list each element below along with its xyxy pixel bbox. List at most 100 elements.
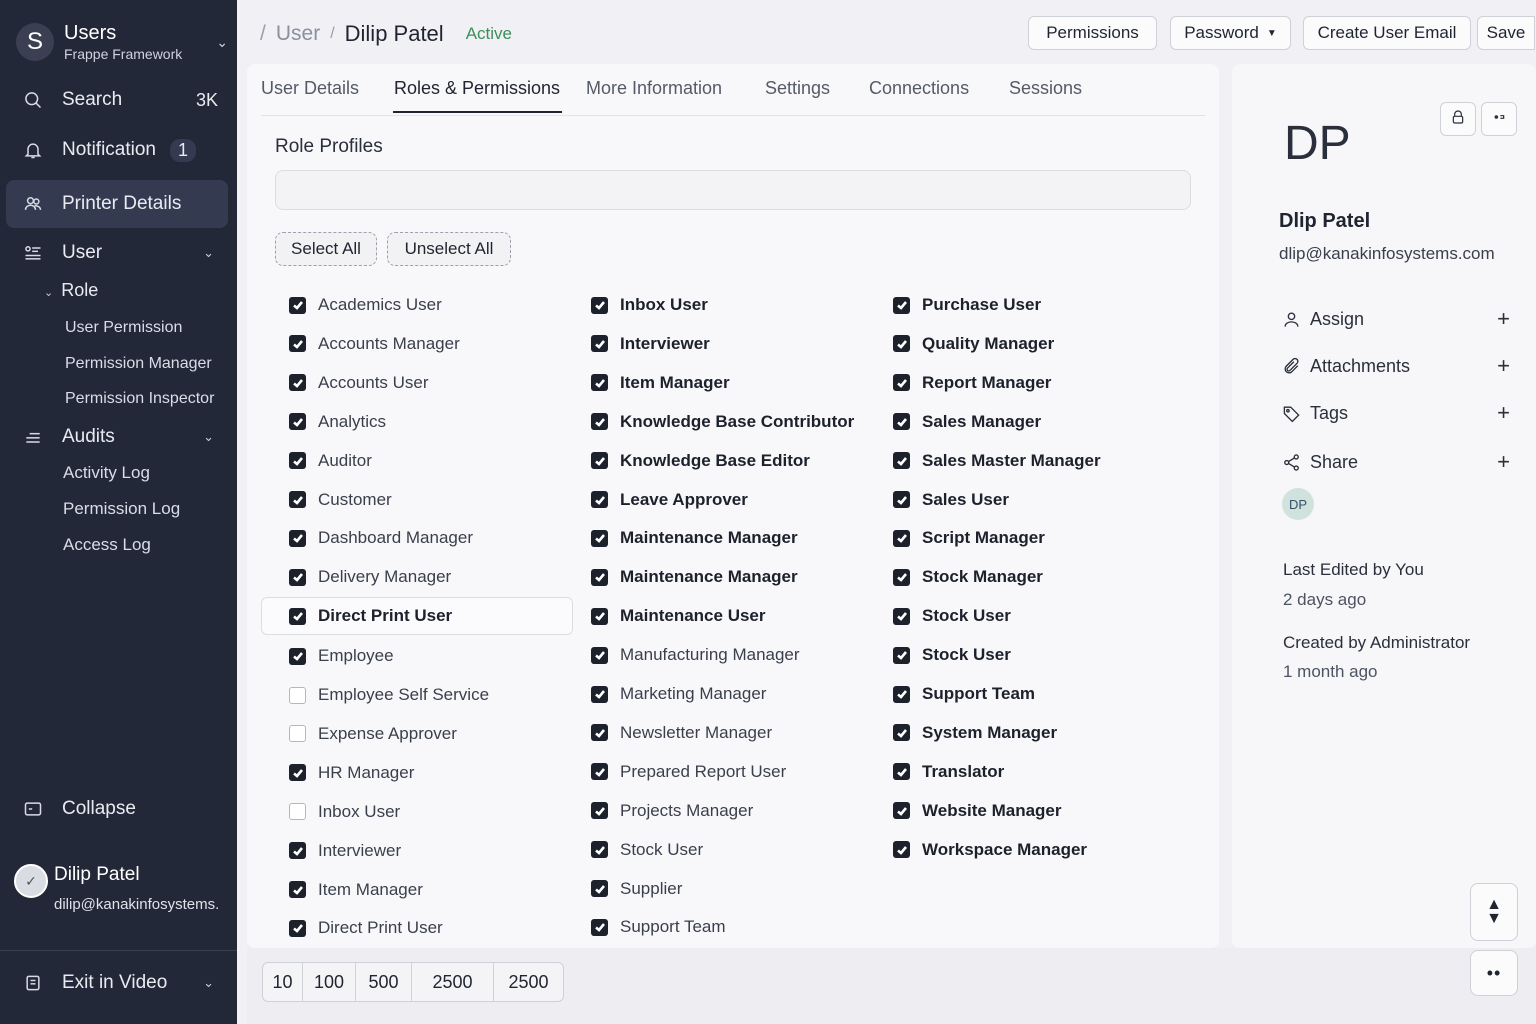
checkbox-checked[interactable] (289, 374, 306, 392)
checkbox-checked[interactable] (591, 529, 608, 547)
role-checkbox-row[interactable]: Website Manager (893, 792, 1062, 830)
role-checkbox-row[interactable]: Manufacturing Manager (591, 636, 800, 674)
role-checkbox-row[interactable]: Analytics (289, 403, 386, 441)
checkbox-checked[interactable] (893, 452, 910, 470)
page-size-option[interactable]: 100 (303, 963, 356, 1001)
checkbox-checked[interactable] (893, 335, 910, 353)
sidebar-item-user[interactable]: User ⌄ (6, 229, 228, 277)
role-checkbox-row[interactable]: Stock User (893, 636, 1011, 674)
role-checkbox-row[interactable]: Knowledge Base Editor (591, 442, 810, 480)
page-size-option[interactable]: 2500 (494, 963, 563, 1001)
role-checkbox-row[interactable]: Report Manager (893, 364, 1051, 402)
checkbox-checked[interactable] (591, 724, 608, 742)
checkbox-checked[interactable] (591, 452, 608, 470)
checkbox-unchecked[interactable] (289, 686, 306, 704)
role-checkbox-row[interactable]: Inbox User (591, 286, 708, 324)
role-checkbox-row[interactable]: Stock User (893, 597, 1011, 635)
role-profiles-input[interactable] (275, 170, 1191, 210)
checkbox-checked[interactable] (289, 842, 306, 860)
checkbox-checked[interactable] (591, 607, 608, 625)
role-checkbox-row[interactable]: Inbox User (289, 793, 400, 831)
checkbox-checked[interactable] (591, 646, 608, 664)
tab-settings[interactable]: Settings (765, 78, 830, 111)
checkbox-checked[interactable] (893, 646, 910, 664)
exit-button[interactable]: Exit in Video ⌄ (6, 959, 228, 1007)
role-checkbox-row[interactable]: Maintenance User (591, 597, 766, 635)
permissions-button[interactable]: Permissions (1028, 16, 1157, 50)
sidebar-item-access-log[interactable]: Access Log (63, 535, 151, 555)
checkbox-checked[interactable] (289, 607, 306, 625)
checkbox-checked[interactable] (893, 685, 910, 703)
checkbox-checked[interactable] (893, 841, 910, 859)
role-checkbox-row[interactable]: Academics User (289, 286, 442, 324)
sidebar-item-permission-manager[interactable]: Permission Manager (65, 355, 212, 373)
lock-button[interactable] (1440, 102, 1476, 136)
role-checkbox-row[interactable]: Dashboard Manager (289, 519, 473, 557)
collapse-button[interactable]: Collapse (6, 785, 228, 833)
checkbox-checked[interactable] (591, 335, 608, 353)
assign-row[interactable]: Assign + (1280, 304, 1510, 334)
checkbox-checked[interactable] (289, 529, 306, 547)
tab-more-information[interactable]: More Information (586, 78, 722, 111)
checkbox-checked[interactable] (893, 607, 910, 625)
role-checkbox-row[interactable]: Support Team (591, 908, 726, 946)
sidebar-item-permission-log[interactable]: Permission Log (63, 499, 180, 519)
checkbox-checked[interactable] (591, 841, 608, 859)
select-all-button[interactable]: Select All (275, 232, 377, 266)
role-checkbox-row[interactable]: Auditor (289, 442, 372, 480)
checkbox-checked[interactable] (591, 918, 608, 936)
sidebar-item-audits[interactable]: Audits ⌄ (6, 413, 228, 461)
checkbox-unchecked[interactable] (289, 803, 306, 821)
role-checkbox-row[interactable]: Knowledge Base Contributor (591, 403, 854, 441)
checkbox-checked[interactable] (893, 413, 910, 431)
role-checkbox-row[interactable]: Workspace Manager (893, 831, 1087, 869)
checkbox-checked[interactable] (591, 413, 608, 431)
attachments-row[interactable]: Attachments + (1280, 351, 1510, 381)
checkbox-unchecked[interactable] (289, 725, 306, 743)
role-checkbox-row[interactable]: Employee Self Service (289, 676, 489, 714)
page-size-option[interactable]: 10 (263, 963, 303, 1001)
checkbox-checked[interactable] (893, 296, 910, 314)
role-checkbox-row[interactable]: Quality Manager (893, 325, 1054, 363)
checkbox-checked[interactable] (591, 802, 608, 820)
checkbox-checked[interactable] (289, 452, 306, 470)
password-button[interactable]: Password ▼ (1170, 16, 1291, 50)
share-row[interactable]: Share + (1280, 447, 1510, 477)
sidebar-item-role[interactable]: ⌄ Role (44, 280, 98, 301)
role-checkbox-row[interactable]: Sales Manager (893, 403, 1041, 441)
tab-sessions[interactable]: Sessions (1009, 78, 1082, 111)
role-checkbox-row[interactable]: Expense Approver (289, 715, 457, 753)
tab-roles-permissions[interactable]: Roles & Permissions (393, 78, 563, 113)
plus-icon[interactable]: + (1497, 400, 1510, 426)
role-checkbox-row[interactable]: Sales User (893, 481, 1009, 519)
checkbox-checked[interactable] (289, 764, 306, 782)
page-size-option[interactable]: 500 (356, 963, 412, 1001)
checkbox-checked[interactable] (289, 296, 306, 314)
role-checkbox-row[interactable]: Support Team (893, 675, 1035, 713)
checkbox-checked[interactable] (591, 296, 608, 314)
checkbox-checked[interactable] (893, 529, 910, 547)
checkbox-checked[interactable] (289, 568, 306, 586)
plus-icon[interactable]: + (1497, 449, 1510, 475)
sidebar-item-printer-details[interactable]: Printer Details (6, 180, 228, 228)
role-checkbox-row[interactable]: Leave Approver (591, 481, 748, 519)
checkbox-checked[interactable] (289, 881, 306, 898)
role-checkbox-row[interactable]: Employee (289, 637, 394, 675)
checkbox-checked[interactable] (893, 374, 910, 392)
checkbox-checked[interactable] (893, 568, 910, 586)
checkbox-checked[interactable] (893, 763, 910, 781)
save-button[interactable]: Save (1477, 16, 1535, 50)
role-checkbox-row[interactable]: Script Manager (893, 519, 1045, 557)
checkbox-checked[interactable] (591, 763, 608, 781)
role-checkbox-row[interactable]: Interviewer (289, 832, 401, 870)
sidebar-item-user-permission[interactable]: User Permission (65, 319, 182, 337)
app-switcher[interactable]: S Users Frappe Framework ⌄ (16, 20, 228, 64)
role-checkbox-row[interactable]: Newsletter Manager (591, 714, 772, 752)
role-checkbox-row[interactable]: Item Manager (591, 364, 730, 402)
checkbox-checked[interactable] (591, 568, 608, 586)
checkbox-checked[interactable] (893, 802, 910, 820)
checkbox-checked[interactable] (289, 919, 306, 937)
tags-row[interactable]: Tags + (1280, 398, 1510, 428)
more-options-button[interactable] (1481, 102, 1517, 136)
checkbox-checked[interactable] (289, 491, 306, 508)
